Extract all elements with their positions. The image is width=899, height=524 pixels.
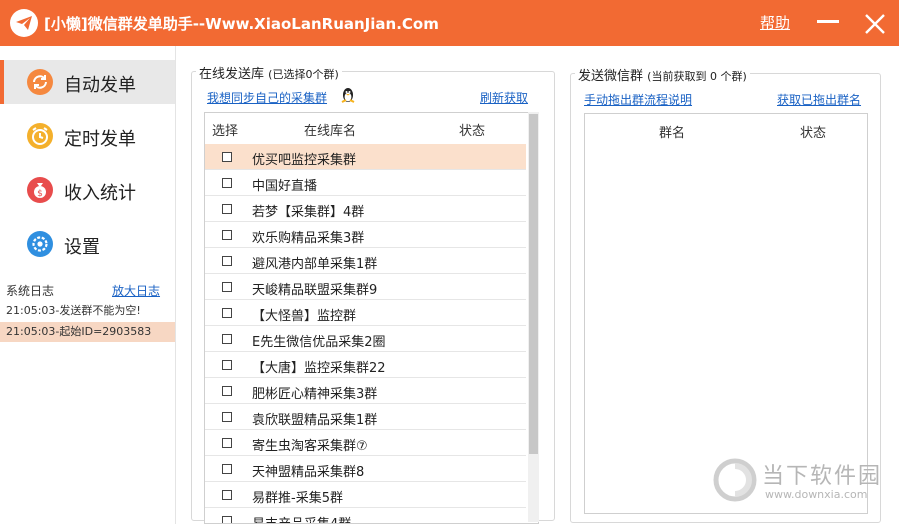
- group-name: 易群推-采集5群: [252, 491, 343, 506]
- table-row[interactable]: E先生微信优品采集2圈: [205, 326, 526, 352]
- column-header-group-name[interactable]: 群名: [659, 122, 685, 141]
- row-checkbox[interactable]: [222, 464, 232, 474]
- row-checkbox[interactable]: [222, 204, 232, 214]
- gear-icon: [27, 231, 53, 257]
- table-row[interactable]: 肥彬匠心精神采集3群: [205, 378, 526, 404]
- row-checkbox[interactable]: [222, 516, 232, 523]
- row-checkbox[interactable]: [222, 230, 232, 240]
- expand-log-link[interactable]: 放大日志: [112, 282, 160, 299]
- row-checkbox[interactable]: [222, 386, 232, 396]
- alarm-clock-icon: [27, 123, 53, 149]
- fetch-dragged-groups-link[interactable]: 获取已拖出群名: [777, 91, 861, 108]
- title-bar: [小懒]微信群发单助手--Www.XiaoLanRuanJian.Com 帮助: [0, 0, 899, 46]
- table-row[interactable]: 袁欣联盟精品采集1群: [205, 404, 526, 430]
- sidebar-item-income-stats[interactable]: $ 收入统计: [0, 168, 175, 212]
- row-checkbox[interactable]: [222, 412, 232, 422]
- sidebar-item-label: 自动发单: [64, 75, 136, 96]
- column-header-status[interactable]: 状态: [459, 120, 485, 139]
- row-checkbox[interactable]: [222, 282, 232, 292]
- online-library-table: 选择 在线库名 状态 优买吧监控采集群 中国好直播 若梦【采集群】4群 欢乐购精…: [204, 112, 539, 524]
- group-name: 避风港内部单采集1群: [252, 257, 378, 272]
- table-row[interactable]: 中国好直播: [205, 170, 526, 196]
- sync-icon: [27, 69, 53, 95]
- table-row[interactable]: 避风港内部单采集1群: [205, 248, 526, 274]
- send-groups-title: 发送微信群 (当前获取到 0 个群): [575, 65, 750, 84]
- table-row[interactable]: 天峻精品联盟采集群9: [205, 274, 526, 300]
- row-checkbox[interactable]: [222, 178, 232, 188]
- column-header-status[interactable]: 状态: [800, 122, 826, 141]
- group-name: 欢乐购精品采集3群: [252, 231, 365, 246]
- system-log-header: 系统日志: [6, 284, 55, 298]
- manual-drag-guide-link[interactable]: 手动拖出群流程说明: [584, 91, 692, 108]
- online-library-title-text: 在线发送库: [199, 67, 265, 82]
- group-name: 寄生虫淘客采集群⑦: [252, 439, 368, 454]
- group-name: 若梦【采集群】4群: [252, 205, 365, 220]
- group-name: 天神盟精品采集群8: [252, 465, 365, 480]
- table-row[interactable]: 易支产品采集4群: [205, 508, 526, 523]
- group-name: 肥彬匠心精神采集3群: [252, 387, 378, 402]
- sidebar-item-settings[interactable]: 设置: [0, 222, 175, 266]
- table-row[interactable]: 优买吧监控采集群: [205, 144, 526, 170]
- row-checkbox[interactable]: [222, 256, 232, 266]
- sidebar-item-label: 收入统计: [64, 183, 136, 204]
- table-row[interactable]: 易群推-采集5群: [205, 482, 526, 508]
- watermark-url: www.downxia.com: [765, 488, 868, 501]
- paper-plane-icon: [10, 9, 38, 37]
- sidebar: 自动发单 定时发单 $ 收入统计 设置 系统日志 放大日志 21:05:03-发…: [0, 46, 176, 524]
- qq-penguin-icon[interactable]: [339, 86, 357, 104]
- refresh-link[interactable]: 刷新获取: [480, 89, 528, 106]
- money-bag-icon: $: [27, 177, 53, 203]
- help-link[interactable]: 帮助: [760, 12, 790, 33]
- library-scrollbar[interactable]: [528, 112, 539, 522]
- send-groups-title-text: 发送微信群: [578, 69, 644, 84]
- app-title: [小懒]微信群发单助手--Www.XiaoLanRuanJian.Com: [44, 15, 439, 33]
- watermark-text: 当下软件园: [762, 464, 883, 489]
- group-name: E先生微信优品采集2圈: [252, 335, 386, 350]
- minimize-button[interactable]: [817, 20, 839, 23]
- table-row[interactable]: 【大唐】监控采集群22: [205, 352, 526, 378]
- table-row[interactable]: 欢乐购精品采集3群: [205, 222, 526, 248]
- group-name: 易支产品采集4群: [252, 513, 351, 523]
- selected-count: (已选择0个群): [268, 68, 339, 81]
- table-row[interactable]: 天神盟精品采集群8: [205, 456, 526, 482]
- fetched-count: (当前获取到 0 个群): [647, 70, 747, 83]
- group-name: 中国好直播: [252, 179, 318, 194]
- group-name: 优买吧监控采集群: [252, 153, 357, 168]
- row-checkbox[interactable]: [222, 490, 232, 500]
- send-groups-table: 群名 状态: [584, 113, 868, 514]
- log-line: 21:05:03-发送群不能为空!: [6, 304, 141, 317]
- row-checkbox[interactable]: [222, 334, 232, 344]
- row-checkbox[interactable]: [222, 308, 232, 318]
- group-name: 天峻精品联盟采集群9: [252, 283, 378, 298]
- row-checkbox[interactable]: [222, 438, 232, 448]
- row-checkbox[interactable]: [222, 360, 232, 370]
- group-name: 【大怪兽】监控群: [252, 309, 357, 324]
- sidebar-item-label: 定时发单: [64, 129, 136, 150]
- sidebar-item-label: 设置: [64, 237, 100, 258]
- group-name: 袁欣联盟精品采集1群: [252, 413, 378, 428]
- log-line: 21:05:03-起始ID=2903583: [0, 322, 175, 342]
- table-row[interactable]: 【大怪兽】监控群: [205, 300, 526, 326]
- online-library-title: 在线发送库 (已选择0个群): [196, 63, 342, 82]
- sidebar-item-scheduled-send[interactable]: 定时发单: [0, 114, 175, 158]
- table-row[interactable]: 寄生虫淘客采集群⑦: [205, 430, 526, 456]
- column-header-select[interactable]: 选择: [212, 120, 238, 139]
- group-name: 【大唐】监控采集群22: [252, 361, 386, 376]
- watermark-logo-icon: [713, 458, 757, 502]
- row-checkbox[interactable]: [222, 152, 232, 162]
- table-row[interactable]: 若梦【采集群】4群: [205, 196, 526, 222]
- scrollbar-thumb[interactable]: [529, 114, 538, 454]
- close-button[interactable]: [862, 11, 888, 37]
- svg-text:$: $: [37, 189, 43, 199]
- column-header-library-name[interactable]: 在线库名: [304, 120, 356, 139]
- sync-own-groups-link[interactable]: 我想同步自己的采集群: [207, 89, 327, 106]
- sidebar-item-auto-send[interactable]: 自动发单: [0, 60, 175, 104]
